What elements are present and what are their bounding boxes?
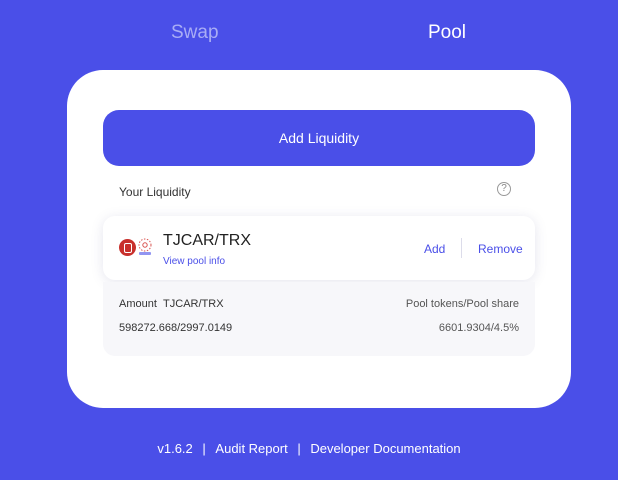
pool-share-label: Pool tokens/Pool share — [405, 298, 519, 310]
tjcar-token-icon — [119, 239, 136, 256]
trx-token-icon — [138, 238, 152, 255]
add-button[interactable]: Add — [424, 242, 445, 256]
footer-separator: | — [202, 441, 206, 456]
question-circle-icon[interactable]: ? — [497, 182, 511, 196]
pool-share-value: 6601.9304/4.5% — [438, 322, 519, 334]
pair-details: Amount TJCAR/TRX 598272.668/2997.0149 Po… — [103, 282, 535, 356]
developer-documentation-link[interactable]: Developer Documentation — [310, 441, 460, 456]
nav-tabs: Swap Pool — [0, 22, 618, 50]
remove-button[interactable]: Remove — [478, 242, 523, 256]
pool-card: Add Liquidity Your Liquidity ? TJCAR/TRX… — [67, 70, 571, 408]
view-pool-info-link[interactable]: View pool info — [163, 256, 225, 267]
amount-pair: TJCAR/TRX — [163, 298, 224, 310]
your-liquidity-label: Your Liquidity — [119, 185, 191, 199]
amount-label: Amount TJCAR/TRX — [119, 298, 224, 310]
divider — [461, 238, 462, 258]
amount-label-text: Amount — [119, 298, 157, 310]
pair-name: TJCAR/TRX — [163, 232, 251, 249]
footer-separator: | — [297, 441, 301, 456]
tab-pool[interactable]: Pool — [428, 22, 466, 44]
add-liquidity-button[interactable]: Add Liquidity — [103, 110, 535, 166]
footer: v1.6.2 | Audit Report | Developer Docume… — [0, 441, 618, 456]
liquidity-pair-card: TJCAR/TRX View pool info Add Remove — [103, 216, 535, 280]
version-label: v1.6.2 — [157, 441, 193, 456]
audit-report-link[interactable]: Audit Report — [215, 441, 287, 456]
amount-value: 598272.668/2997.0149 — [119, 322, 233, 334]
tab-swap[interactable]: Swap — [171, 22, 219, 44]
